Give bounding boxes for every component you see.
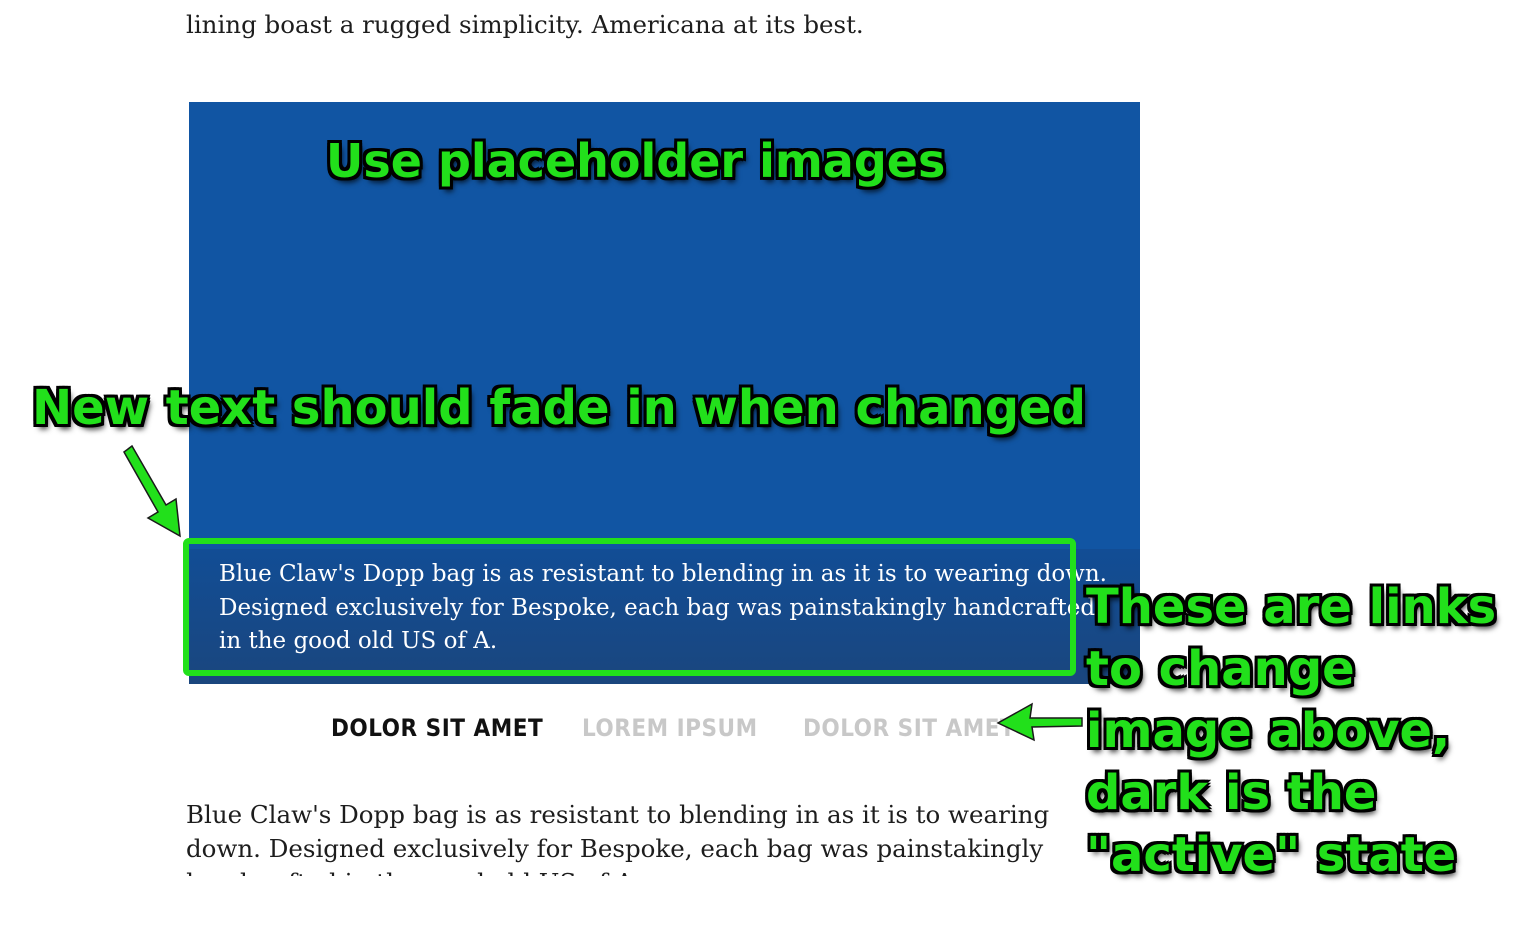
annotation-placeholder-images: Use placeholder images (326, 134, 946, 188)
annotation-tab-links: These are links to change image above, d… (1086, 579, 1497, 883)
annotation-fade-text: New text should fade in when changed (32, 380, 1086, 436)
arrow-to-tabs-icon (996, 702, 1083, 742)
page: placeholderlining boast a rugged simplic… (0, 0, 1532, 944)
arrow-to-caption-icon (123, 444, 181, 538)
